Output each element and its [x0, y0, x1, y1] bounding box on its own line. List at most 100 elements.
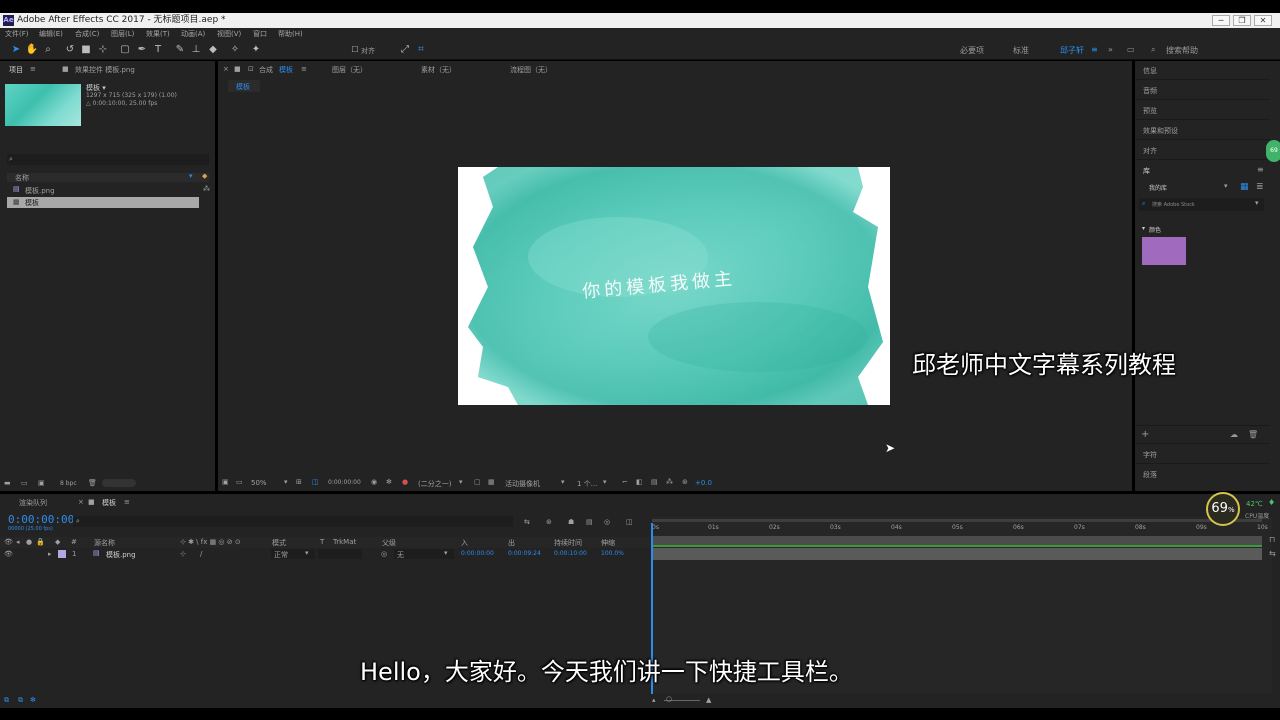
exposure-value[interactable]: +0.0	[695, 479, 712, 487]
menu-edit[interactable]: 编辑(E)	[39, 28, 63, 40]
flowchart-icon[interactable]: ⁂	[666, 478, 673, 486]
column-duration[interactable]: 持续时间	[554, 538, 582, 548]
column-trkmat[interactable]: TrkMat	[333, 538, 356, 546]
camera-select[interactable]: 活动摄像机	[505, 479, 540, 489]
zoom-in-icon[interactable]: ▲	[706, 696, 711, 704]
library-select[interactable]: 我的库 ▾	[1143, 182, 1235, 192]
close-tab-icon[interactable]: ×	[78, 498, 84, 506]
graph-editor-icon[interactable]: ◫	[626, 518, 633, 526]
comp-subtab[interactable]: 模板	[228, 80, 260, 92]
fit-icon[interactable]: ⊞	[296, 478, 302, 486]
column-mode[interactable]: 模式	[272, 538, 286, 548]
layer-row[interactable]: 👁 ▸ 1 ▤ 模板.png ⊹ / 正常 ▾ ◎ 无 ▾ 0:00:00:00…	[0, 549, 650, 560]
comp-mini-flowchart-icon[interactable]: ⇆	[524, 518, 530, 526]
toggle-switches-icon[interactable]: ⧉	[4, 696, 9, 705]
cpu-usage-widget[interactable]: 69%	[1206, 492, 1240, 526]
zoom-tool-icon[interactable]: ⌕	[41, 43, 55, 57]
exposure-reset-icon[interactable]: ⊛	[682, 478, 688, 486]
stock-search-input[interactable]: ⌕ 搜索 Adobe Stock ▾	[1139, 198, 1264, 211]
minimize-button[interactable]: ─	[1212, 15, 1230, 26]
new-folder-icon[interactable]: ▭	[21, 479, 28, 487]
views-select[interactable]: 1 个...	[577, 479, 597, 489]
layer-duration-bar[interactable]	[652, 548, 1262, 560]
label-color-swatch[interactable]	[58, 550, 66, 558]
panel-menu-icon[interactable]: ≡	[124, 498, 130, 506]
close-button[interactable]: ✕	[1254, 15, 1272, 26]
work-area-bar[interactable]	[652, 536, 1262, 545]
parent-select[interactable]: 无 ▾	[394, 549, 454, 559]
tab-timeline-comp[interactable]: 模板	[102, 498, 116, 508]
menu-view[interactable]: 视图(V)	[217, 28, 241, 40]
grid-view-icon[interactable]: ▦	[1240, 182, 1249, 192]
hand-tool-icon[interactable]: ✋	[25, 43, 39, 57]
workspace-essentials[interactable]: 必要项	[960, 45, 984, 56]
type-tool-icon[interactable]: T	[151, 43, 165, 57]
layer-stretch[interactable]: 100.0%	[601, 550, 624, 557]
fast-preview-icon[interactable]: ◧	[636, 478, 643, 486]
comp-name[interactable]: 模板	[279, 65, 293, 75]
expand-chevron-icon[interactable]: ▸	[48, 550, 52, 558]
project-item-png[interactable]: ▤ 模板.png	[7, 185, 199, 195]
panel-effects-presets[interactable]: 效果和预设	[1143, 126, 1178, 136]
panel-audio[interactable]: 音频	[1143, 86, 1157, 96]
tab-effect-controls[interactable]: 效果控件 模板.png	[75, 65, 135, 75]
column-stretch[interactable]: 伸缩	[601, 538, 615, 548]
workspace-menu-icon[interactable]: ≡	[1091, 45, 1098, 54]
roi-icon[interactable]: ▢	[474, 478, 481, 486]
search-help-input[interactable]: 搜索帮助	[1166, 45, 1198, 56]
menu-effect[interactable]: 效果(T)	[146, 28, 170, 40]
motion-blur-icon[interactable]: ◎	[604, 518, 610, 526]
snapping-icon[interactable]: ⌗	[414, 43, 428, 57]
panel-menu-icon[interactable]: ≡	[301, 65, 307, 73]
maximize-button[interactable]: ❐	[1233, 15, 1251, 26]
zoom-slider-handle-icon[interactable]: ○	[666, 695, 672, 703]
time-ruler[interactable]: 0s 01s 02s 03s 04s 05s 06s 07s 08s 09s 1…	[652, 521, 1272, 535]
project-search-input[interactable]: ⌕	[7, 154, 209, 165]
menu-help[interactable]: 帮助(H)	[278, 28, 303, 40]
resolution-select[interactable]: (二分之一)	[418, 479, 451, 489]
parent-pickwhip-icon[interactable]: ◎	[381, 550, 387, 558]
tab-composition-label[interactable]: 合成	[259, 65, 273, 75]
side-cpu-badge[interactable]: 69	[1266, 140, 1280, 162]
draft-3d-icon[interactable]: ⊛	[546, 518, 552, 526]
project-item-comp[interactable]: ▦ 模板	[7, 197, 199, 208]
tab-render-queue[interactable]: 渲染队列	[19, 498, 47, 508]
mode-select[interactable]: 正常 ▾	[271, 549, 315, 559]
comp-button-icon[interactable]: ⊓	[1269, 535, 1275, 544]
color-swatch[interactable]	[1142, 237, 1186, 265]
pan-behind-tool-icon[interactable]: ⊹	[96, 43, 110, 57]
camera-tool-icon[interactable]: ■	[79, 43, 93, 57]
trash-icon[interactable]: 🗑	[88, 479, 97, 487]
tab-project[interactable]: 项目	[9, 65, 23, 75]
panel-menu-icon[interactable]: ≡	[30, 65, 36, 73]
frame-blending-icon[interactable]: ▤	[586, 518, 593, 526]
colors-section-chevron-icon[interactable]: ▾	[1142, 225, 1145, 232]
workspace-standard[interactable]: 标准	[1013, 45, 1029, 56]
show-snapshot-icon[interactable]: ✻	[386, 478, 392, 486]
timeline-timecode[interactable]: 0:00:00:00	[8, 513, 74, 526]
transparency-grid-icon[interactable]: ▦	[488, 478, 495, 486]
trkmat-select[interactable]	[318, 549, 362, 559]
always-preview-icon[interactable]: ▣	[222, 478, 229, 486]
layer-in[interactable]: 0:00:00:00	[461, 550, 494, 557]
menu-window[interactable]: 窗口	[253, 28, 267, 40]
panel-libraries[interactable]: 库	[1143, 166, 1150, 176]
panel-paragraph[interactable]: 段落	[1143, 470, 1157, 480]
brush-tool-icon[interactable]: ✎	[173, 43, 187, 57]
column-out[interactable]: 出	[508, 538, 515, 548]
panel-align[interactable]: 对齐	[1143, 146, 1157, 156]
axis-tool-icon[interactable]: ⤢	[398, 43, 412, 57]
chevron-down-icon[interactable]: ▾	[459, 478, 463, 486]
rotate-tool-icon[interactable]: ↺	[63, 43, 77, 57]
add-icon[interactable]: +	[1141, 429, 1149, 440]
timeline-icon[interactable]: ▤	[651, 478, 658, 486]
comp-viewer-canvas[interactable]: 你的模板我做主	[458, 167, 890, 405]
panel-preview[interactable]: 预览	[1143, 106, 1157, 116]
shy-layers-icon[interactable]: ☗	[568, 518, 574, 526]
panel-info[interactable]: 信息	[1143, 66, 1157, 76]
interpret-footage-icon[interactable]: ▬	[4, 479, 11, 487]
timeline-search-input[interactable]: ⌕	[73, 516, 513, 527]
zoom-select[interactable]: 50%	[251, 479, 267, 487]
align-checkbox-icon[interactable]: ☐	[348, 43, 362, 57]
thumbnail-slider[interactable]	[102, 479, 136, 487]
